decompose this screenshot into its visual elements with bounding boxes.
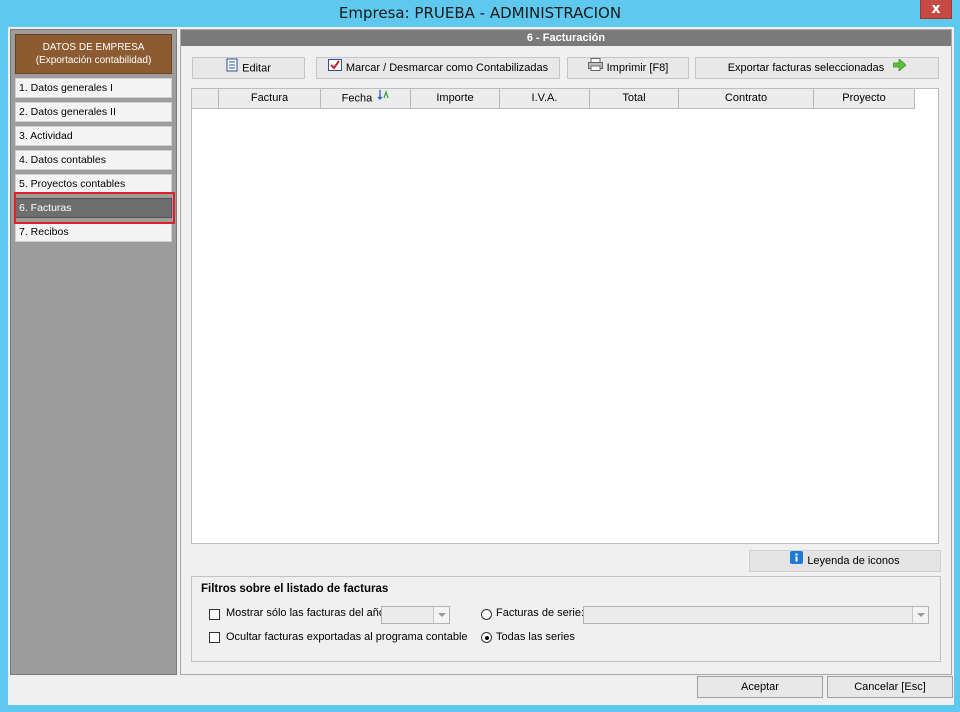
sidebar: DATOS DE EMPRESA (Exportación contabilid… <box>10 29 177 675</box>
edit-button-label: Editar <box>242 62 271 75</box>
cancel-button[interactable]: Cancelar [Esc] <box>827 676 953 698</box>
column-header-total[interactable]: Total <box>590 89 679 109</box>
sidebar-header-title: DATOS DE EMPRESA <box>42 42 145 53</box>
column-header-fecha[interactable]: Fecha <box>321 89 411 109</box>
print-button-label: Imprimir [F8] <box>606 62 669 74</box>
column-header-factura[interactable]: Factura <box>219 89 321 109</box>
close-button[interactable]: x <box>920 0 952 19</box>
fecha-label: Fecha <box>341 92 373 105</box>
column-header-importe[interactable]: Importe <box>411 89 500 109</box>
sidebar-item-datos-contables[interactable]: 4. Datos contables <box>15 150 172 170</box>
sidebar-header-subtitle: (Exportación contabilidad) <box>35 55 152 66</box>
edit-button[interactable]: Editar <box>192 57 305 79</box>
filters-title: Filtros sobre el listado de facturas <box>201 583 389 595</box>
series-radio[interactable] <box>481 609 492 620</box>
export-button-label: Exportar facturas seleccionadas <box>727 62 885 74</box>
document-edit-icon <box>226 58 238 79</box>
sidebar-item-datos-generales-2[interactable]: 2. Datos generales II <box>15 102 172 122</box>
sidebar-item-proyectos-contables[interactable]: 5. Proyectos contables <box>15 174 172 194</box>
sidebar-item-facturas[interactable]: 6. Facturas <box>15 198 172 218</box>
series-select[interactable] <box>583 606 929 624</box>
app-window: Empresa: PRUEBA - ADMINISTRACION x DATOS… <box>0 0 960 712</box>
window-title: Empresa: PRUEBA - ADMINISTRACION <box>338 4 622 22</box>
filters-panel: Filtros sobre el listado de facturas Mos… <box>191 576 941 662</box>
sidebar-item-datos-generales-1[interactable]: 1. Datos generales I <box>15 78 172 98</box>
section-title: 6 - Facturación <box>181 30 951 46</box>
all-series-radio[interactable] <box>481 632 492 643</box>
client-area: DATOS DE EMPRESA (Exportación contabilid… <box>8 27 954 705</box>
icon-legend-button[interactable]: Leyenda de iconos <box>749 550 941 572</box>
column-header-select[interactable] <box>192 89 219 109</box>
mark-accounted-button[interactable]: Marcar / Desmarcar como Contabilizadas <box>316 57 560 79</box>
only-year-checkbox[interactable] <box>209 609 220 620</box>
sort-icon <box>377 89 389 108</box>
info-icon <box>790 551 804 571</box>
sidebar-item-actividad[interactable]: 3. Actividad <box>15 126 172 146</box>
arrow-right-icon <box>892 58 907 78</box>
sidebar-item-recibos[interactable]: 7. Recibos <box>15 222 172 242</box>
mark-accounted-label: Marcar / Desmarcar como Contabilizadas <box>345 62 549 74</box>
column-header-iva[interactable]: I.V.A. <box>500 89 590 109</box>
chevron-down-icon[interactable] <box>912 607 928 623</box>
only-year-label: Mostrar sólo las facturas del año: <box>226 607 389 619</box>
hide-exported-checkbox[interactable] <box>209 632 220 643</box>
checkbox-checked-icon <box>327 58 342 78</box>
icon-legend-label: Leyenda de iconos <box>807 555 900 567</box>
main-panel: 6 - Facturación Editar Marcar / Desmarca… <box>180 29 952 675</box>
invoices-grid[interactable]: Factura Fecha Importe I.V.A. Total Contr… <box>191 88 939 544</box>
sidebar-header: DATOS DE EMPRESA (Exportación contabilid… <box>15 34 172 74</box>
title-bar[interactable]: Empresa: PRUEBA - ADMINISTRACION x <box>0 0 960 26</box>
series-label: Facturas de serie: <box>496 607 585 619</box>
print-button[interactable]: Imprimir [F8] <box>567 57 689 79</box>
year-select[interactable] <box>381 606 450 624</box>
export-invoices-button[interactable]: Exportar facturas seleccionadas <box>695 57 939 79</box>
chevron-down-icon[interactable] <box>433 607 449 623</box>
hide-exported-label: Ocultar facturas exportadas al programa … <box>226 631 468 643</box>
column-header-proyecto[interactable]: Proyecto <box>814 89 915 109</box>
grid-header: Factura Fecha Importe I.V.A. Total Contr… <box>192 89 915 109</box>
column-header-contrato[interactable]: Contrato <box>679 89 814 109</box>
printer-icon <box>587 58 603 78</box>
accept-button[interactable]: Aceptar <box>697 676 823 698</box>
all-series-label: Todas las series <box>496 631 575 643</box>
